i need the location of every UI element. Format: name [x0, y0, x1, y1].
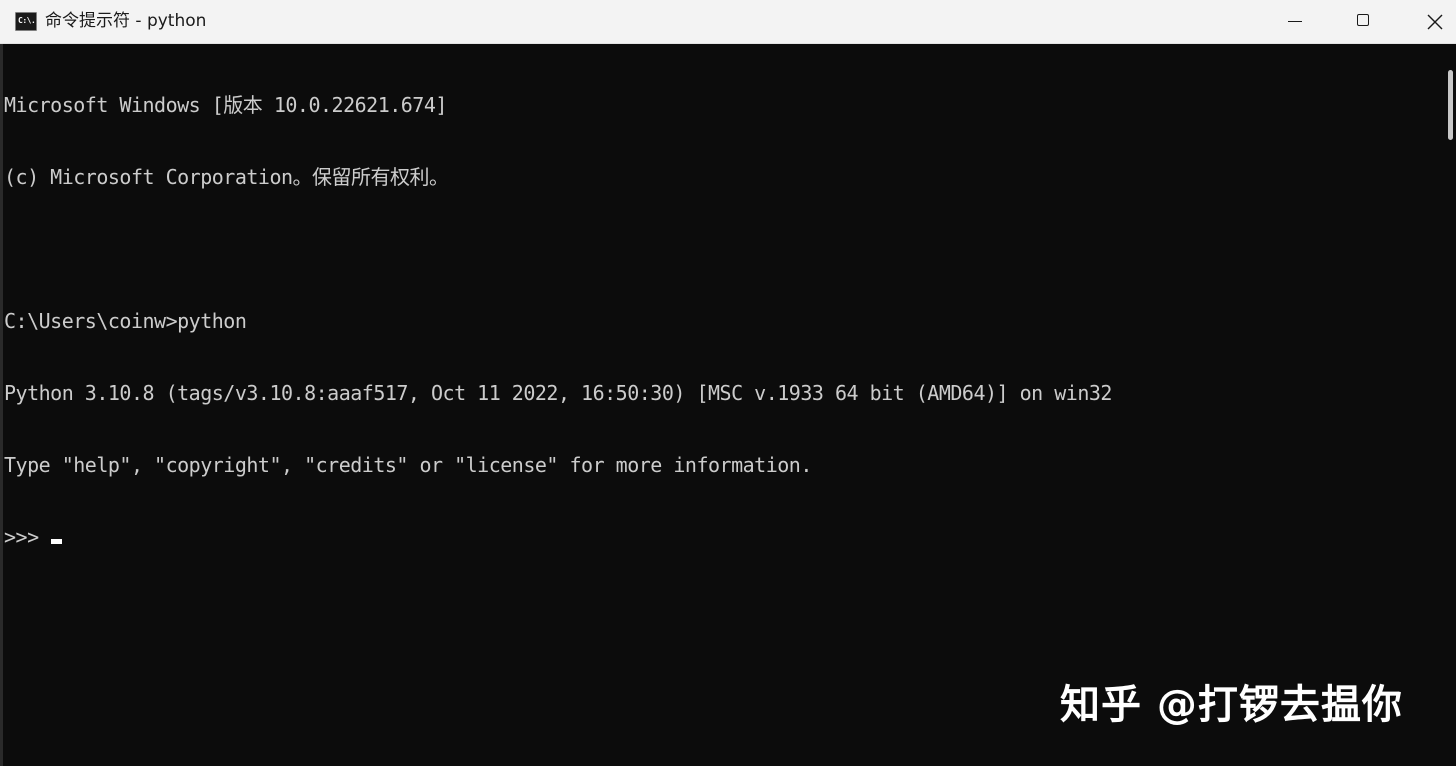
console-line: Python 3.10.8 (tags/v3.10.8:aaaf517, Oct…: [4, 381, 1112, 405]
text-cursor: [50, 539, 62, 544]
console-line: Microsoft Windows [版本 10.0.22621.674]: [4, 93, 447, 117]
minimize-icon: [1288, 21, 1302, 22]
maximize-icon: [1357, 14, 1369, 26]
scrollbar-thumb[interactable]: [1448, 70, 1453, 140]
cmd-icon-glyph: C:\.: [18, 16, 36, 25]
close-icon: [1427, 14, 1443, 30]
window-title: 命令提示符 - python: [45, 11, 207, 31]
title-bar[interactable]: C:\. 命令提示符 - python: [0, 0, 1456, 44]
cmd-icon[interactable]: C:\.: [15, 12, 37, 31]
maximize-button[interactable]: [1329, 0, 1399, 43]
watermark: 知乎 @打锣去揾你: [1060, 682, 1403, 728]
console-output[interactable]: Microsoft Windows [版本 10.0.22621.674] (c…: [4, 45, 1444, 766]
console-line: (c) Microsoft Corporation。保留所有权利。: [4, 165, 449, 189]
console-line: Type "help", "copyright", "credits" or "…: [4, 453, 812, 477]
python-prompt-line[interactable]: >>>: [4, 525, 1444, 549]
console-line: C:\Users\coinw>python: [4, 309, 247, 333]
minimize-button[interactable]: [1260, 0, 1330, 43]
window-border: [0, 44, 3, 766]
close-button[interactable]: [1398, 0, 1456, 43]
cmd-window: C:\. 命令提示符 - python Microsoft Windows [版…: [0, 0, 1456, 766]
vertical-scrollbar[interactable]: [1446, 44, 1456, 766]
python-prompt: >>>: [4, 525, 39, 549]
